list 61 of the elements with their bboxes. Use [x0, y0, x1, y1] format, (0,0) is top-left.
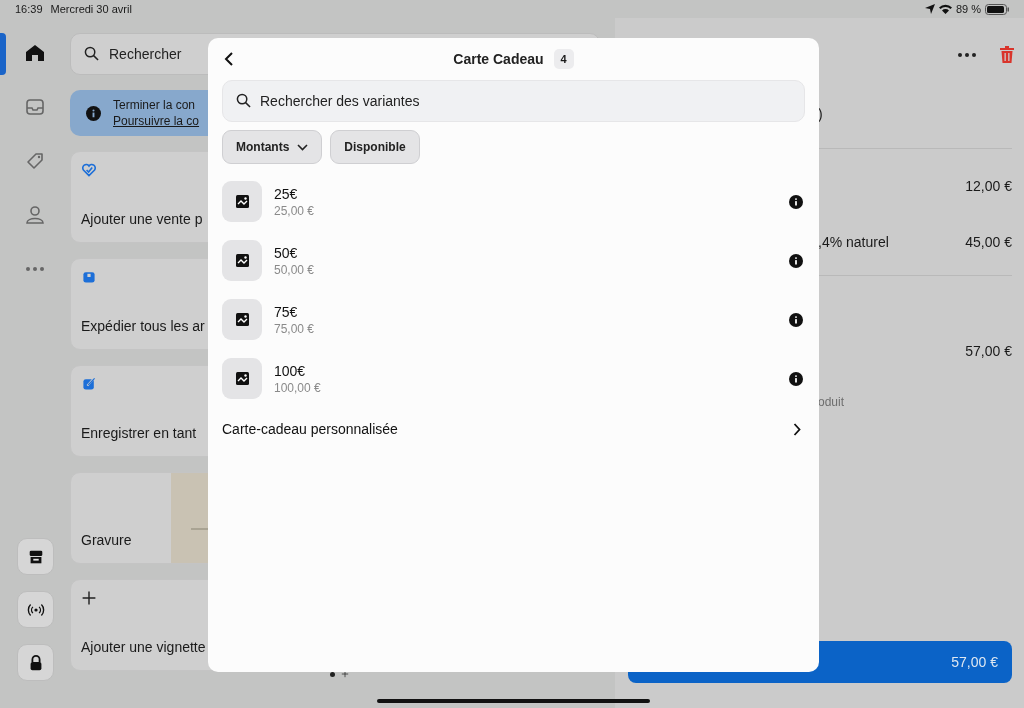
tile-label: Ajouter une vignette [81, 638, 206, 657]
broadcast-button[interactable] [17, 591, 54, 628]
total-amount: 57,00 € [965, 342, 1012, 361]
filter-dropdown[interactable]: Montants [222, 130, 323, 164]
home-icon[interactable] [25, 43, 45, 63]
tile-label: Enregistrer en tant [81, 424, 197, 443]
back-icon[interactable] [224, 52, 234, 66]
status-time: 16:39 [15, 1, 43, 17]
trash-icon[interactable] [1000, 46, 1014, 63]
info-icon[interactable] [789, 253, 803, 268]
image-icon [235, 195, 249, 208]
count-badge: 4 [553, 48, 574, 70]
banner-text: Terminer la con [113, 97, 197, 113]
line-item-price: 45,00 € [965, 233, 1012, 252]
info-icon [86, 105, 101, 121]
tile-label: Gravure [81, 531, 132, 550]
store-button[interactable] [17, 538, 54, 575]
wifi-icon [938, 4, 952, 14]
line-item-price: 12,00 € [965, 177, 1012, 196]
battery-level: 89 % [955, 1, 981, 17]
box-icon [81, 269, 97, 285]
variant-name: 25€ [274, 184, 299, 203]
variant-name: 50€ [274, 243, 299, 262]
chevron-down-icon [297, 143, 309, 151]
location-icon [924, 4, 935, 14]
battery-icon [985, 3, 1009, 15]
filter-chip[interactable]: Disponible [330, 130, 420, 164]
person-icon[interactable] [25, 205, 45, 225]
note-text: oduit [818, 394, 845, 411]
info-icon[interactable] [789, 312, 803, 327]
variant-price: 100,00 € [274, 379, 321, 396]
heart-check-icon [81, 162, 97, 178]
plus-icon [81, 590, 97, 606]
variant-name: 100€ [274, 361, 307, 380]
tag-icon[interactable] [25, 151, 45, 171]
info-icon[interactable] [789, 371, 803, 386]
image-icon [235, 254, 249, 267]
variant-name: 75€ [274, 302, 299, 321]
banner-link[interactable]: Poursuivre la co [113, 113, 200, 129]
lock-button[interactable] [17, 644, 54, 681]
selected-indicator [0, 33, 6, 75]
image-icon [235, 313, 249, 326]
tile-label: Ajouter une vente p [81, 210, 203, 229]
edit-icon [81, 376, 97, 392]
variant-price: 50,00 € [274, 261, 315, 278]
tile-label: Expédier tous les ar [81, 317, 205, 336]
chevron-right-icon[interactable] [793, 423, 801, 436]
search-icon [236, 93, 251, 108]
variant-price: 75,00 € [274, 320, 315, 337]
custom-gift-card-link[interactable]: Carte-cadeau personnalisée [222, 419, 398, 440]
search-field[interactable]: Rechercher des variantes [222, 80, 805, 122]
status-date: Mercredi 30 avril [50, 1, 132, 17]
image-icon [235, 372, 249, 385]
inbox-icon[interactable] [25, 97, 45, 117]
line-item-name: ,4% naturel [818, 233, 889, 252]
modal-title: Carte Cadeau [453, 49, 544, 69]
info-icon[interactable] [789, 194, 803, 209]
search-icon [84, 46, 99, 61]
plus-icon[interactable] [341, 670, 349, 678]
variant-price: 25,00 € [274, 202, 315, 219]
more-icon[interactable] [958, 52, 976, 57]
